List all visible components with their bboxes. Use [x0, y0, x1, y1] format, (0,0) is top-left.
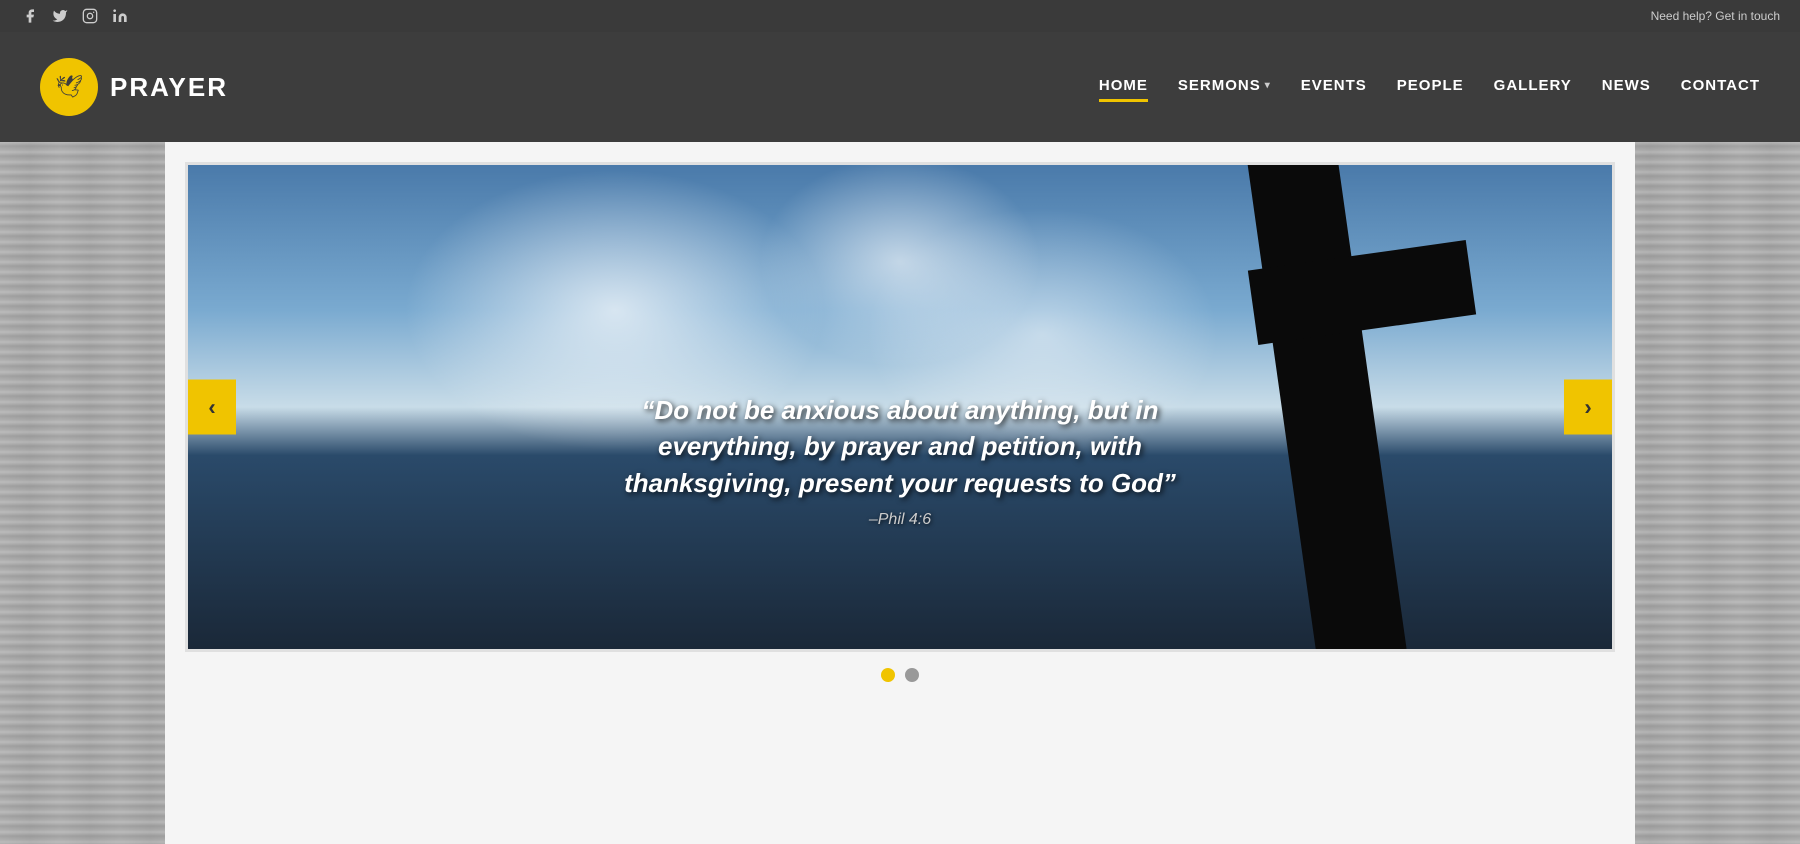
help-text: Need help? Get in touch — [1651, 9, 1780, 23]
hero-slider: “Do not be anxious about anything, but i… — [185, 162, 1615, 652]
header: 🕊 PRAYER HOME SERMONS ▾ EVENTS PEOPLE GA… — [0, 32, 1800, 142]
slider-dots — [185, 668, 1615, 682]
slide-text: “Do not be anxious about anything, but i… — [550, 392, 1250, 529]
cross-vertical — [1245, 162, 1406, 652]
main-nav: HOME SERMONS ▾ EVENTS PEOPLE GALLERY NEW… — [1099, 77, 1760, 98]
nav-people[interactable]: PEOPLE — [1397, 77, 1464, 98]
logo[interactable]: 🕊 PRAYER — [40, 58, 228, 116]
slider-dot-1[interactable] — [881, 668, 895, 682]
linkedin-icon[interactable] — [110, 6, 130, 26]
sermons-dropdown-arrow: ▾ — [1265, 80, 1271, 91]
logo-text: PRAYER — [110, 72, 228, 103]
twitter-icon[interactable] — [50, 6, 70, 26]
dove-icon: 🕊 — [55, 74, 83, 100]
nav-sermons[interactable]: SERMONS ▾ — [1178, 77, 1271, 98]
cross-image — [1212, 162, 1512, 652]
slider-dot-2[interactable] — [905, 668, 919, 682]
slider-next-button[interactable]: › — [1564, 380, 1612, 435]
slide-reference: –Phil 4:6 — [610, 511, 1190, 529]
nav-home[interactable]: HOME — [1099, 77, 1148, 98]
social-icons — [20, 6, 130, 26]
nav-news[interactable]: NEWS — [1602, 77, 1651, 98]
slider-prev-button[interactable]: ‹ — [188, 380, 236, 435]
nav-gallery[interactable]: GALLERY — [1494, 77, 1572, 98]
logo-circle: 🕊 — [40, 58, 98, 116]
main-content: “Do not be anxious about anything, but i… — [165, 142, 1635, 844]
instagram-icon[interactable] — [80, 6, 100, 26]
nav-contact[interactable]: CONTACT — [1681, 77, 1760, 98]
slide-quote: “Do not be anxious about anything, but i… — [610, 392, 1190, 501]
nav-events[interactable]: EVENTS — [1301, 77, 1367, 98]
top-bar: Need help? Get in touch — [0, 0, 1800, 32]
facebook-icon[interactable] — [20, 6, 40, 26]
